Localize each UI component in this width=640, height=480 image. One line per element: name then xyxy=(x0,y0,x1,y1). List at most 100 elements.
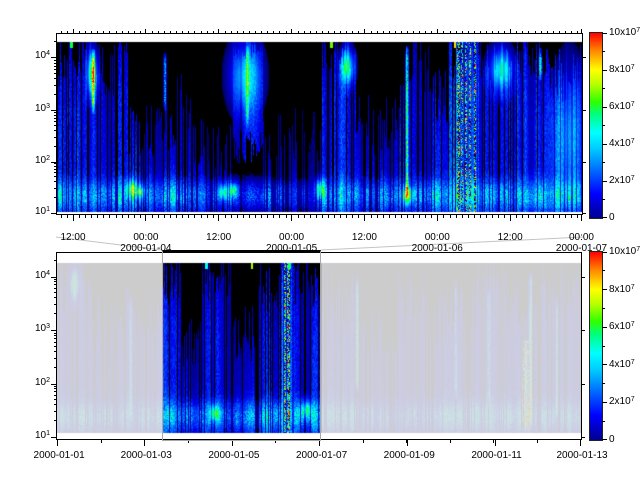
x-minor-tick xyxy=(279,214,280,218)
y-minor-tick xyxy=(54,94,57,95)
x-minor-tick-top xyxy=(352,31,353,34)
colorbar-tick-label: 2x107 xyxy=(609,396,635,408)
x-minor-tick xyxy=(67,214,68,218)
y-minor-tick xyxy=(54,292,57,293)
y-tick-label: 103 xyxy=(24,103,50,115)
x-minor-tick xyxy=(528,214,529,218)
x-minor-tick xyxy=(498,214,499,218)
x-minor-tick-top xyxy=(134,31,135,34)
y-minor-tick xyxy=(54,118,57,119)
colorbar-tick-label: 6x107 xyxy=(609,321,635,333)
x-minor-tick xyxy=(322,214,323,218)
x-minor-tick-top xyxy=(170,31,171,34)
colorbar-minor-tick xyxy=(602,421,605,422)
x-minor-tick xyxy=(371,214,372,218)
y-major-tick-right xyxy=(582,213,586,214)
x-minor-tick xyxy=(261,214,262,218)
x-minor-tick xyxy=(547,214,548,218)
colorbar-tick-label: 10x107 xyxy=(609,27,640,39)
x-minor-tick-top xyxy=(61,31,62,34)
x-minor-tick xyxy=(176,214,177,218)
x-minor-tick-top xyxy=(273,31,274,34)
zoom-spectrogram-canvas[interactable] xyxy=(57,34,582,214)
x-minor-tick xyxy=(468,214,469,218)
y-minor-tick xyxy=(54,351,57,352)
y-minor-tick xyxy=(54,346,57,347)
x-minor-tick-top xyxy=(383,31,384,34)
y-minor-tick xyxy=(54,188,57,189)
x-minor-tick-top xyxy=(322,31,323,34)
x-minor-tick-top xyxy=(498,31,499,34)
colorbar-major-tick xyxy=(602,107,607,108)
colorbar-minor-tick xyxy=(602,88,605,89)
y-minor-tick xyxy=(54,279,57,280)
x-major-tick xyxy=(57,439,58,446)
x-minor-tick xyxy=(419,214,420,218)
y-major-tick xyxy=(51,277,57,278)
x-minor-tick-top xyxy=(419,31,420,34)
x-minor-tick xyxy=(116,214,117,218)
x-minor-tick xyxy=(237,214,238,218)
x-minor-tick-top xyxy=(443,31,444,34)
x-minor-tick xyxy=(516,214,517,218)
y-minor-tick xyxy=(54,130,57,131)
x-minor-tick xyxy=(553,214,554,218)
x-minor-tick-top xyxy=(243,31,244,34)
y-major-tick-right xyxy=(581,277,585,278)
x-minor-tick-top xyxy=(152,31,153,34)
x-minor-tick xyxy=(535,214,536,218)
x-minor-tick-top xyxy=(553,31,554,34)
x-minor-tick-top xyxy=(304,31,305,34)
x-major-tick xyxy=(510,214,511,221)
x-minor-tick-top xyxy=(504,31,505,34)
x-tick-label: 12:00 xyxy=(49,232,97,243)
y-minor-tick xyxy=(54,112,57,113)
x-minor-tick-top xyxy=(425,31,426,34)
x-minor-tick xyxy=(462,214,463,218)
x-minor-tick xyxy=(273,214,274,218)
x-minor-tick xyxy=(152,214,153,218)
x-minor-tick-top xyxy=(213,31,214,34)
x-major-tick xyxy=(291,214,292,221)
x-tick-label: 00:00 xyxy=(122,232,170,243)
y-minor-tick xyxy=(54,146,57,147)
x-minor-tick xyxy=(480,214,481,218)
colorbar-tick-label: 4x107 xyxy=(609,359,635,371)
x-minor-tick xyxy=(255,214,256,218)
x-minor-tick xyxy=(140,214,141,218)
y-minor-tick xyxy=(54,63,57,64)
x-minor-tick xyxy=(358,214,359,218)
colorbar-tick-label: 0 xyxy=(609,212,615,223)
x-minor-tick-top xyxy=(316,31,317,34)
plot-viewer: 12:0000:002000-01-0412:0000:002000-01-05… xyxy=(0,0,640,480)
x-major-tick xyxy=(145,214,146,221)
x-minor-tick-top xyxy=(486,31,487,34)
x-minor-tick-top xyxy=(310,31,311,34)
y-tick-label: 101 xyxy=(24,430,50,442)
colorbar-minor-tick xyxy=(602,308,605,309)
x-minor-tick xyxy=(340,214,341,218)
x-minor-tick-top xyxy=(559,31,560,34)
y-minor-tick xyxy=(54,181,57,182)
colorbar-major-tick xyxy=(602,402,607,403)
x-minor-tick xyxy=(425,214,426,218)
y-minor-tick xyxy=(54,404,57,405)
x-minor-tick xyxy=(541,214,542,218)
colorbar-minor-tick xyxy=(602,270,605,271)
x-minor-tick-top xyxy=(188,31,189,34)
x-minor-tick-top xyxy=(164,31,165,34)
selection-box[interactable] xyxy=(162,250,321,441)
y-tick-label: 102 xyxy=(24,155,50,167)
x-minor-tick xyxy=(97,214,98,218)
x-minor-tick xyxy=(243,214,244,218)
x-minor-tick xyxy=(377,214,378,218)
colorbar-minor-tick xyxy=(602,125,605,126)
x-major-tick xyxy=(580,439,581,446)
y-minor-tick xyxy=(54,41,57,42)
y-major-tick xyxy=(51,110,57,111)
x-minor-tick-top xyxy=(109,31,110,34)
x-minor-tick xyxy=(249,214,250,218)
x-minor-tick-top xyxy=(395,31,396,34)
x-minor-tick-top xyxy=(103,31,104,34)
colorbar-major-tick xyxy=(602,217,607,218)
